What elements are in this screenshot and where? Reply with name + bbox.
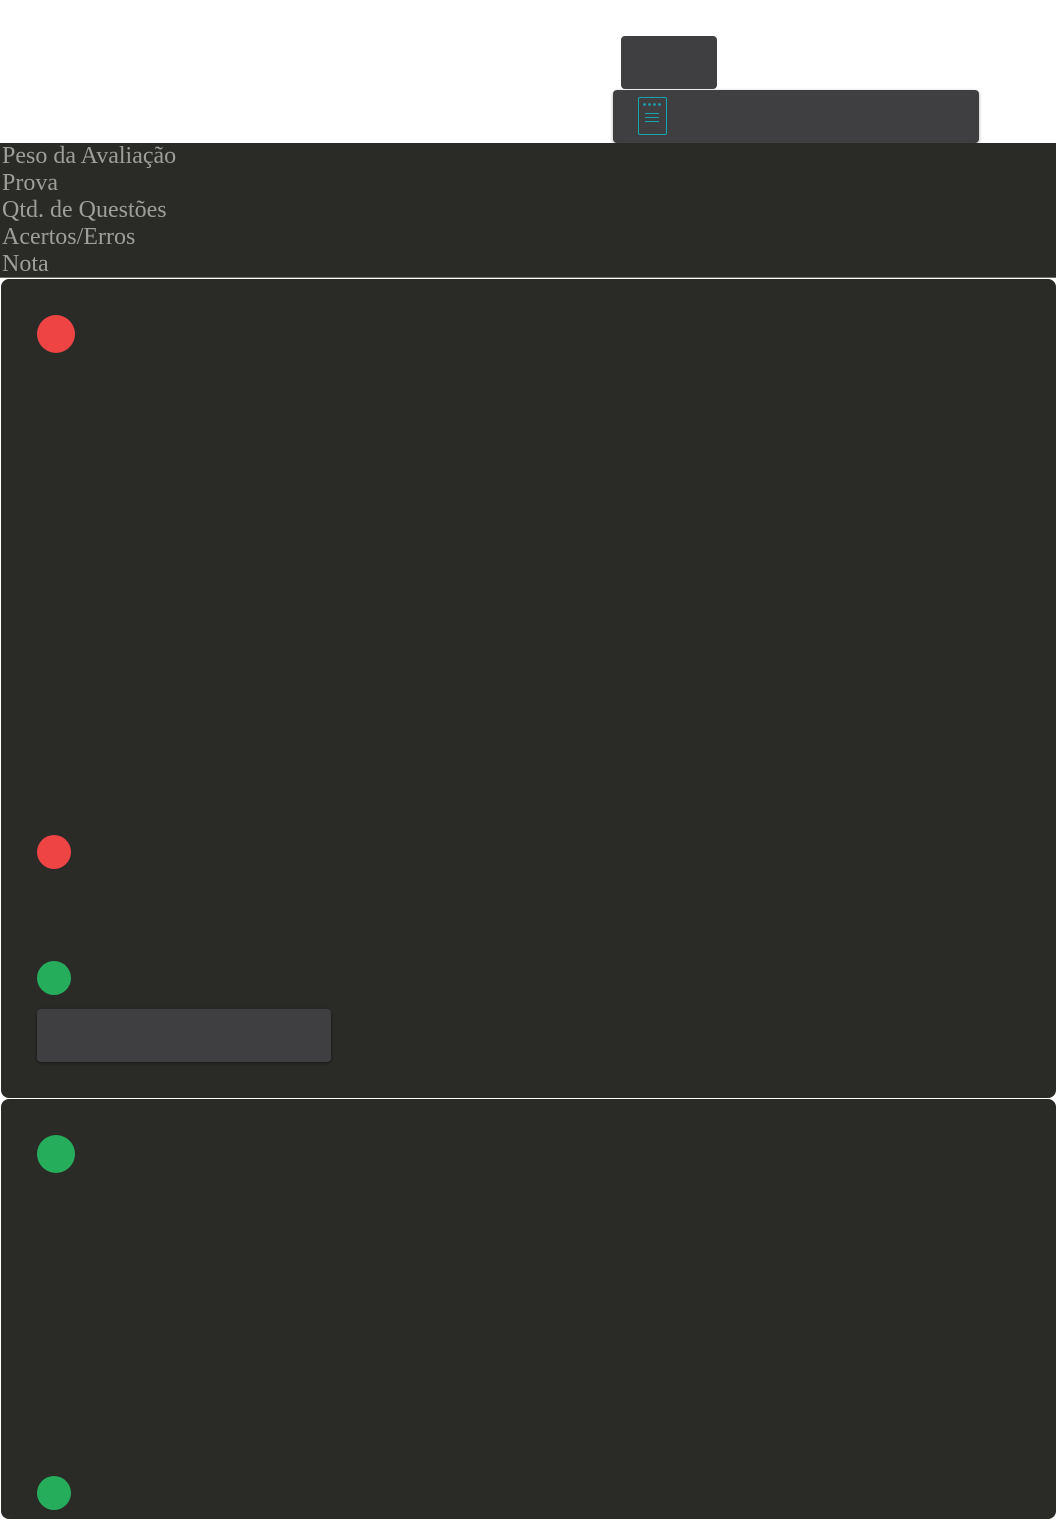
question-card [1, 279, 1056, 1098]
header-label-nota: Nota [2, 251, 49, 277]
wrong-status-indicator [37, 315, 75, 353]
correct-status-indicator [37, 1476, 71, 1510]
correct-status-indicator [37, 1135, 75, 1173]
header-label-questoes: Qtd. de Questões [2, 197, 167, 223]
header-label-prova: Prova [2, 170, 58, 196]
header-label-peso: Peso da Avaliação [2, 143, 177, 169]
document-icon [638, 97, 667, 135]
wrong-status-indicator [37, 835, 71, 869]
header-label-acertos-erros: Acertos/Erros [2, 224, 136, 250]
toolbar-wide-button[interactable] [613, 90, 979, 143]
toolbar-small-button[interactable] [621, 36, 717, 89]
evaluation-header-table: Peso da Avaliação Prova Qtd. de Questões… [0, 143, 1056, 278]
top-toolbar [0, 0, 1056, 143]
answer-field[interactable] [37, 1009, 331, 1062]
correct-status-indicator [37, 961, 71, 995]
question-card [1, 1099, 1056, 1519]
